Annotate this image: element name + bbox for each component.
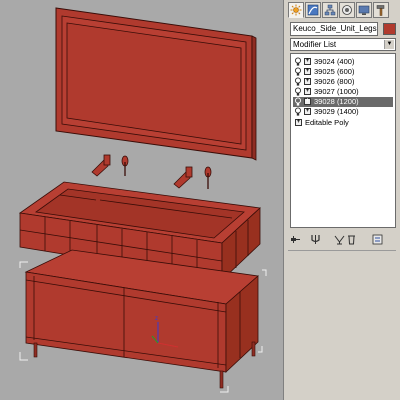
- lightbulb-icon[interactable]: [294, 57, 302, 67]
- faucet-right[interactable]: [173, 166, 212, 189]
- hierarchy-icon: [324, 4, 336, 16]
- stack-item-modifier[interactable]: +39028 (1200): [293, 97, 393, 107]
- scene-3d[interactable]: z: [0, 0, 283, 400]
- command-panel-tabs: [288, 2, 398, 18]
- display-icon: [358, 5, 370, 15]
- motion-icon: [342, 5, 352, 15]
- stack-item-modifier[interactable]: +39024 (400): [293, 57, 393, 67]
- svg-text:z: z: [155, 316, 158, 322]
- faucet-left[interactable]: [91, 154, 129, 177]
- configure-sets-icon[interactable]: [372, 234, 383, 245]
- stack-item-modifier[interactable]: +39027 (1000): [293, 87, 393, 97]
- expand-box-icon[interactable]: +: [304, 78, 311, 85]
- modifier-stack-toolbar: [290, 234, 396, 246]
- modify-curve-icon: [307, 4, 319, 16]
- lightbulb-icon[interactable]: [294, 107, 302, 117]
- remove-modifier-icon[interactable]: [346, 234, 357, 245]
- expand-box-icon[interactable]: +: [304, 58, 311, 65]
- divider: [288, 250, 396, 251]
- expand-box-icon[interactable]: +: [304, 98, 311, 105]
- chevron-down-icon[interactable]: ▼: [384, 40, 394, 49]
- lightbulb-icon[interactable]: [294, 77, 302, 87]
- hammer-icon: [376, 5, 385, 16]
- stack-item-modifier[interactable]: +39029 (1400): [293, 107, 393, 117]
- stack-item-modifier[interactable]: +39026 (800): [293, 77, 393, 87]
- expand-box-icon[interactable]: +: [304, 68, 311, 75]
- object-color-swatch[interactable]: [383, 23, 396, 35]
- make-unique-icon[interactable]: [334, 234, 345, 245]
- modifier-stack[interactable]: +39024 (400) +39025 (600) +39026 (800) +390…: [290, 53, 396, 228]
- stack-item-modifier[interactable]: +39025 (600): [293, 67, 393, 77]
- display-tab[interactable]: [356, 2, 372, 18]
- expand-box-icon[interactable]: +: [304, 108, 311, 115]
- stack-item-editable-poly[interactable]: + Editable Poly: [293, 118, 393, 128]
- expand-box-icon[interactable]: +: [295, 119, 302, 126]
- expand-box-icon[interactable]: +: [304, 88, 311, 95]
- hierarchy-tab[interactable]: [322, 2, 338, 18]
- lightbulb-icon[interactable]: [294, 67, 302, 77]
- show-end-result-icon[interactable]: [310, 234, 321, 245]
- modifier-list-dropdown[interactable]: Modifier List ▼: [290, 38, 396, 51]
- create-tab[interactable]: [288, 2, 304, 18]
- command-panel: Keuco_Side_Unit_Legs Modifier List ▼ +39…: [283, 0, 400, 400]
- mirror[interactable]: [55, 7, 257, 161]
- lightbulb-icon[interactable]: [294, 87, 302, 97]
- modifier-list-label: Modifier List: [293, 40, 337, 49]
- viewport[interactable]: z: [0, 0, 283, 400]
- modify-tab[interactable]: [305, 2, 321, 18]
- utilities-tab[interactable]: [373, 2, 389, 18]
- motion-tab[interactable]: [339, 2, 355, 18]
- pin-stack-icon[interactable]: [290, 234, 301, 245]
- lightbulb-icon[interactable]: [294, 97, 302, 107]
- object-name-input[interactable]: Keuco_Side_Unit_Legs: [290, 22, 378, 36]
- sun-icon: [290, 4, 302, 16]
